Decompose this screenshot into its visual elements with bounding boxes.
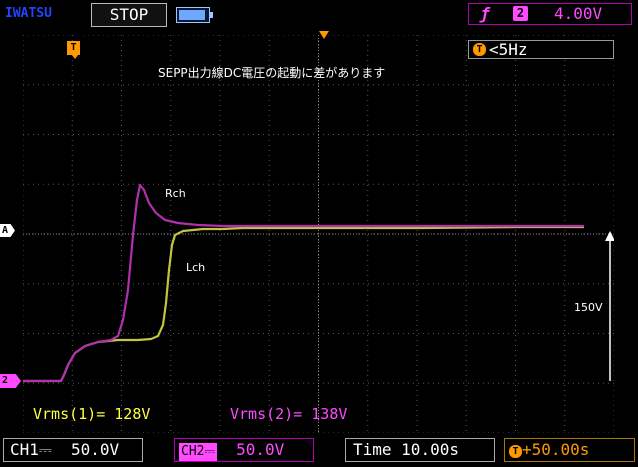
brand-logo: IWATSU xyxy=(5,6,52,21)
waveform-display xyxy=(23,35,614,433)
trigger-frequency: <5Hz xyxy=(489,40,528,59)
rch-label: Rch xyxy=(165,187,186,200)
dc-coupling-icon: ⎓ xyxy=(38,440,52,459)
vrms2-measurement: Vrms(2)= 138V xyxy=(230,405,348,423)
battery-icon xyxy=(176,7,213,23)
ch2-trace xyxy=(23,183,584,383)
ch2-ground-marker[interactable]: 2 xyxy=(0,374,21,388)
trigger-point-pointer xyxy=(72,55,78,59)
trigger-offset-icon: T xyxy=(509,445,522,458)
scale-label: 150V xyxy=(574,301,603,314)
timebase-box[interactable]: Time 10.00s xyxy=(345,438,495,462)
trigger-offset-value: +50.00s xyxy=(522,440,590,459)
ch2-tag: CH2⎓ xyxy=(179,443,217,461)
timebase-label: Time xyxy=(353,440,392,459)
ch2-scale: 50.0V xyxy=(236,440,285,459)
trigger-offset-box[interactable]: T +50.00s xyxy=(504,438,635,462)
trigger-source-badge: 2 xyxy=(513,6,528,21)
ch1-scale: 50.0V xyxy=(70,440,120,459)
trigger-frequency-icon: T xyxy=(473,43,486,56)
ch1-scale-box[interactable]: CH1⎓ 50.0V xyxy=(3,438,143,462)
graticule xyxy=(23,35,614,433)
lch-label: Lch xyxy=(186,261,206,274)
trigger-position-marker[interactable] xyxy=(319,31,329,39)
ch1-name: CH1 xyxy=(10,440,39,459)
trigger-level: 4.00V xyxy=(554,4,603,23)
run-stop-status[interactable]: STOP xyxy=(91,3,167,27)
ch2-scale-box[interactable]: CH2⎓ 50.0V xyxy=(174,438,314,462)
ch2-name: CH2 xyxy=(181,444,205,459)
ch1-trace xyxy=(23,225,584,383)
channel-a-marker[interactable]: A xyxy=(0,224,15,237)
annotation-text: SEPP出力線DC電圧の起動に差があります xyxy=(158,66,386,80)
trigger-status-box[interactable] xyxy=(468,3,632,25)
scale-arrow-head xyxy=(605,231,614,241)
trigger-point-marker: T xyxy=(67,41,80,55)
rising-edge-icon: ƒ xyxy=(480,4,490,23)
dc-coupling-icon: ⎓ xyxy=(204,444,215,459)
timebase-value: 10.00s xyxy=(401,440,459,459)
vrms1-measurement: Vrms(1)= 128V xyxy=(33,405,151,423)
